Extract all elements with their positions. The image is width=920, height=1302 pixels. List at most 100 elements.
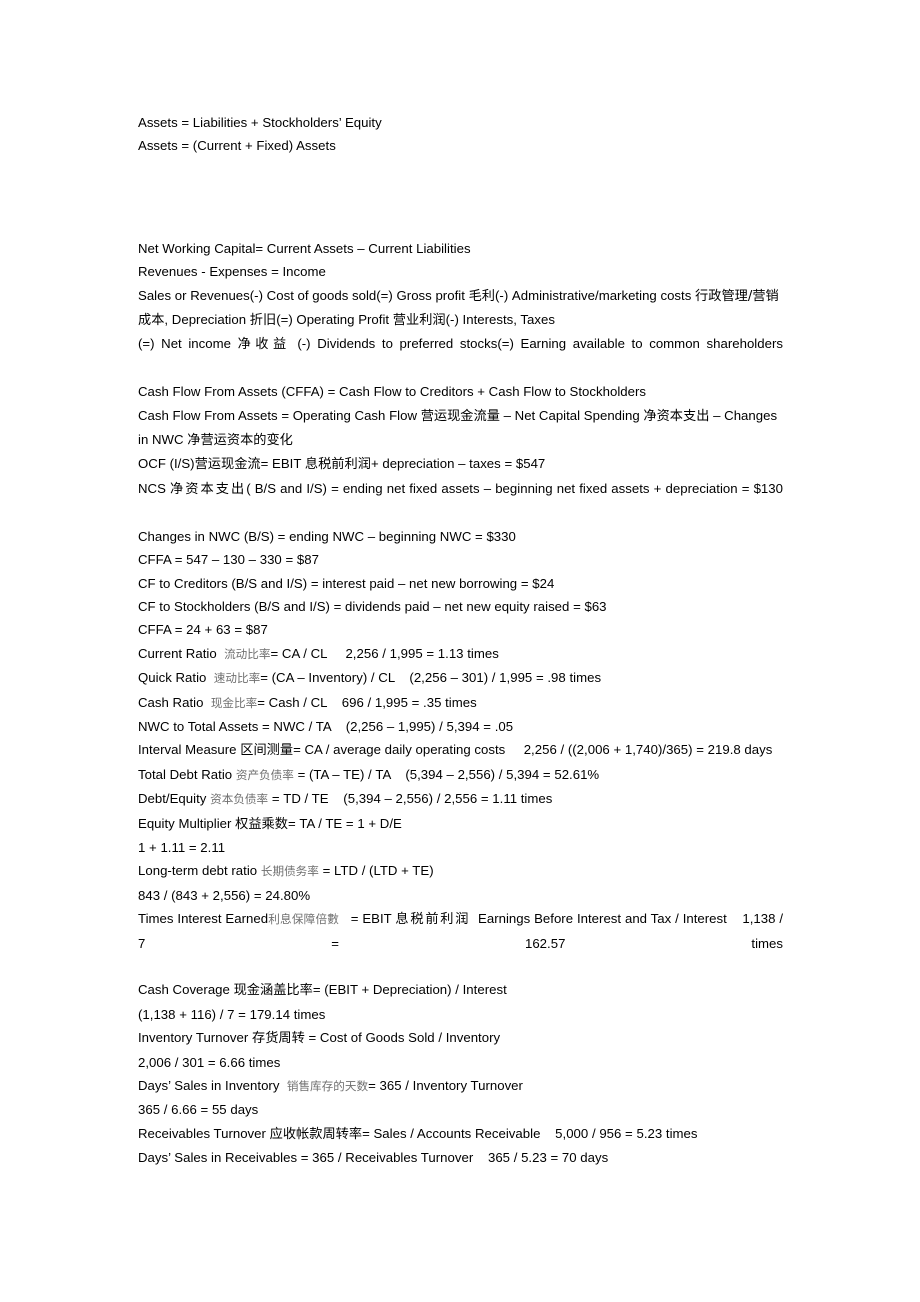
document-text-column: Assets = Liabilities + Stockholders’ Equ… (138, 111, 783, 1170)
receivables-turnover-seg-a: Receivables Turnover (138, 1125, 270, 1141)
current-ratio-seg-b: = CA / CL 2,256 / 1,995 = 1.13 times (270, 645, 499, 661)
line-net-working-capital: Net Working Capital= Current Assets – Cu… (138, 240, 471, 256)
line-cash-ratio: Cash Ratio 现金比率= Cash / CL 696 / 1,995 =… (138, 691, 783, 715)
quick-ratio-seg-a: Quick Ratio (138, 670, 214, 686)
receivables-turnover-cn: 应收帐款周转率 (269, 1126, 363, 1142)
cash-ratio-seg-a: Cash Ratio (138, 694, 211, 710)
tie-cn-coverage: 利息保障倍數 (268, 912, 340, 927)
equity-multiplier-seg-a: Equity Multiplier (138, 815, 236, 831)
line-times-interest-earned: Times Interest Earned利息保障倍數 = EBIT 息税前利润… (138, 907, 783, 978)
document-page: Assets = Liabilities + Stockholders’ Equ… (0, 0, 920, 1302)
income-statement-cn-operating-profit: 营业利润 (392, 313, 446, 329)
income-statement-seg-d: (=) Operating Profit (276, 312, 393, 328)
line-current-ratio: Current Ratio 流动比率= CA / CL 2,256 / 1,99… (138, 642, 783, 666)
quick-ratio-cn: 速动比率 (213, 671, 261, 686)
ncs-cn: 净资本支出 (170, 481, 247, 497)
ltd-ratio-cn: 长期债务率 (260, 864, 319, 879)
line-inventory-turnover-calc: 2,006 / 301 = 6.66 times (138, 1054, 281, 1070)
tie-seg-b: = EBIT (339, 911, 396, 927)
days-sales-inventory-seg-b: = 365 / Inventory Turnover (368, 1078, 523, 1094)
interval-measure-seg-a: Interval Measure (138, 742, 241, 758)
cffa-expanded-cn-nwc: 净营运资本的变化 (187, 433, 293, 449)
line-ocf: OCF (I/S)营运现金流= EBIT 息税前利润+ depreciation… (138, 452, 783, 476)
total-debt-ratio-cn: 资产负债率 (235, 767, 294, 782)
ocf-seg-a: OCF (I/S) (138, 456, 195, 472)
line-changes-nwc: Changes in NWC (B/S) = ending NWC – begi… (138, 528, 516, 544)
total-debt-ratio-seg-a: Total Debt Ratio (138, 766, 236, 782)
interval-measure-cn: 区间测量 (240, 743, 294, 759)
debt-equity-seg-a: Debt/Equity (138, 791, 211, 807)
line-cash-coverage: Cash Coverage 现金涵盖比率= (EBIT + Depreciati… (138, 978, 783, 1002)
line-days-sales-inventory-calc: 365 / 6.66 = 55 days (138, 1102, 259, 1118)
ocf-cn-ebit: 息税前利润 (304, 457, 371, 473)
line-receivables-turnover: Receivables Turnover 应收帐款周转率= Sales / Ac… (138, 1122, 783, 1146)
line-income-statement: Sales or Revenues(-) Cost of goods sold(… (138, 284, 783, 333)
debt-equity-cn: 资本负债率 (210, 792, 269, 807)
ocf-cn-operating-cash-flow: 营运现金流 (194, 457, 261, 473)
cash-ratio-seg-b: = Cash / CL 696 / 1,995 = .35 times (257, 694, 477, 710)
interval-measure-seg-b: = CA / average daily operating costs 2,2… (293, 742, 773, 758)
inventory-turnover-seg-b: = Cost of Goods Sold / Inventory (304, 1030, 501, 1046)
line-equity-multiplier-calc: 1 + 1.11 = 2.11 (138, 839, 226, 855)
cash-coverage-seg-a: Cash Coverage (138, 982, 234, 998)
ltd-ratio-seg-a: Long-term debt ratio (138, 863, 261, 879)
line-equity-multiplier: Equity Multiplier 权益乘数= TA / TE = 1 + D/… (138, 812, 783, 836)
line-assets-composition: Assets = (Current + Fixed) Assets (138, 138, 336, 154)
income-statement-seg-e: (-) Interests, Taxes (445, 312, 555, 328)
days-sales-inventory-seg-a: Days’ Sales in Inventory (138, 1078, 287, 1094)
cffa-expanded-seg-a: Cash Flow From Assets = Operating Cash F… (138, 407, 421, 423)
cash-coverage-seg-b: = (EBIT + Depreciation) / Interest (312, 982, 507, 998)
inventory-turnover-seg-a: Inventory Turnover (138, 1030, 252, 1046)
cffa-expanded-cn-ncs: 净资本支出 (643, 408, 710, 424)
tie-seg-a: Times Interest Earned (138, 911, 269, 927)
line-inventory-turnover: Inventory Turnover 存货周转 = Cost of Goods … (138, 1026, 783, 1050)
line-assets-identity: Assets = Liabilities + Stockholders’ Equ… (138, 115, 382, 130)
ocf-seg-b: = EBIT (260, 456, 305, 472)
line-cffa-calc-2: CFFA = 24 + 63 = $87 (138, 622, 268, 638)
cash-ratio-cn: 现金比率 (210, 695, 258, 710)
line-long-term-debt-ratio-calc: 843 / (843 + 2,556) = 24.80% (138, 887, 311, 903)
cash-coverage-cn: 现金涵盖比率 (233, 983, 313, 999)
income-statement-seg-a: Sales or Revenues(-) Cost of goods sold(… (138, 287, 469, 303)
debt-equity-seg-b: = TD / TE (5,394 – 2,556) / 2,556 = 1.11… (268, 791, 553, 807)
line-total-debt-ratio: Total Debt Ratio 资产负债率 = (TA – TE) / TA … (138, 763, 783, 787)
income-statement-seg-b: (-) Administrative/marketing costs (495, 287, 696, 303)
income-statement-cn-gross-profit: 毛利 (468, 288, 495, 304)
days-sales-inventory-cn: 销售库存的天数 (286, 1079, 369, 1094)
line-cffa-definition: Cash Flow From Assets (CFFA) = Cash Flow… (138, 384, 647, 400)
ncs-seg-b: ( B/S and I/S) = ending net fixed assets… (246, 480, 783, 496)
net-income-cn: 净收益 (237, 337, 291, 353)
quick-ratio-seg-b: = (CA – Inventory) / CL (2,256 – 301) / … (260, 670, 602, 686)
line-long-term-debt-ratio: Long-term debt ratio 长期债务率 = LTD / (LTD … (138, 859, 783, 883)
line-cf-to-stockholders: CF to Stockholders (B/S and I/S) = divid… (138, 598, 607, 614)
tie-cn-ebit: 息税前利润 (395, 912, 471, 928)
net-income-seg-b: (-) Dividends to preferred stocks(=) Ear… (290, 336, 783, 352)
equity-multiplier-cn: 权益乘数 (235, 816, 288, 832)
line-interval-measure: Interval Measure 区间测量= CA / average dail… (138, 738, 783, 762)
current-ratio-seg-a: Current Ratio (138, 645, 225, 661)
line-nwc-to-total-assets: NWC to Total Assets = NWC / TA (2,256 – … (138, 718, 514, 734)
receivables-turnover-seg-b: = Sales / Accounts Receivable 5,000 / 95… (362, 1125, 698, 1141)
line-days-sales-receivables: Days’ Sales in Receivables = 365 / Recei… (138, 1150, 609, 1166)
equity-multiplier-seg-b: = TA / TE = 1 + D/E (287, 815, 402, 831)
ltd-ratio-seg-b: = LTD / (LTD + TE) (318, 863, 434, 879)
inventory-turnover-cn: 存货周转 (252, 1031, 305, 1047)
line-debt-equity: Debt/Equity 资本负债率 = TD / TE (5,394 – 2,5… (138, 787, 783, 811)
current-ratio-cn: 流动比率 (224, 646, 271, 661)
line-cffa-expanded: Cash Flow From Assets = Operating Cash F… (138, 404, 783, 453)
line-quick-ratio: Quick Ratio 速动比率= (CA – Inventory) / CL … (138, 666, 783, 690)
line-revenues-expenses: Revenues - Expenses = Income (138, 264, 326, 280)
ncs-seg-a: NCS (138, 480, 171, 496)
income-statement-seg-c: , Depreciation (164, 312, 250, 328)
ocf-seg-c: + depreciation – taxes = $547 (370, 456, 546, 472)
total-debt-ratio-seg-b: = (TA – TE) / TA (5,394 – 2,556) / 5,394… (293, 766, 600, 782)
line-cash-coverage-calc: (1,138 + 116) / 7 = 179.14 times (138, 1006, 326, 1022)
line-days-sales-inventory: Days’ Sales in Inventory 销售库存的天数= 365 / … (138, 1074, 783, 1098)
cffa-expanded-cn-ocf: 营运现金流量 (420, 408, 500, 424)
line-ncs: NCS 净资本支出( B/S and I/S) = ending net fix… (138, 477, 783, 525)
cffa-expanded-seg-b: – Net Capital Spending (499, 407, 644, 423)
line-cf-to-creditors: CF to Creditors (B/S and I/S) = interest… (138, 575, 555, 591)
net-income-seg-a: (=) Net income (138, 336, 238, 352)
income-statement-cn-depreciation: 折旧 (249, 313, 277, 329)
